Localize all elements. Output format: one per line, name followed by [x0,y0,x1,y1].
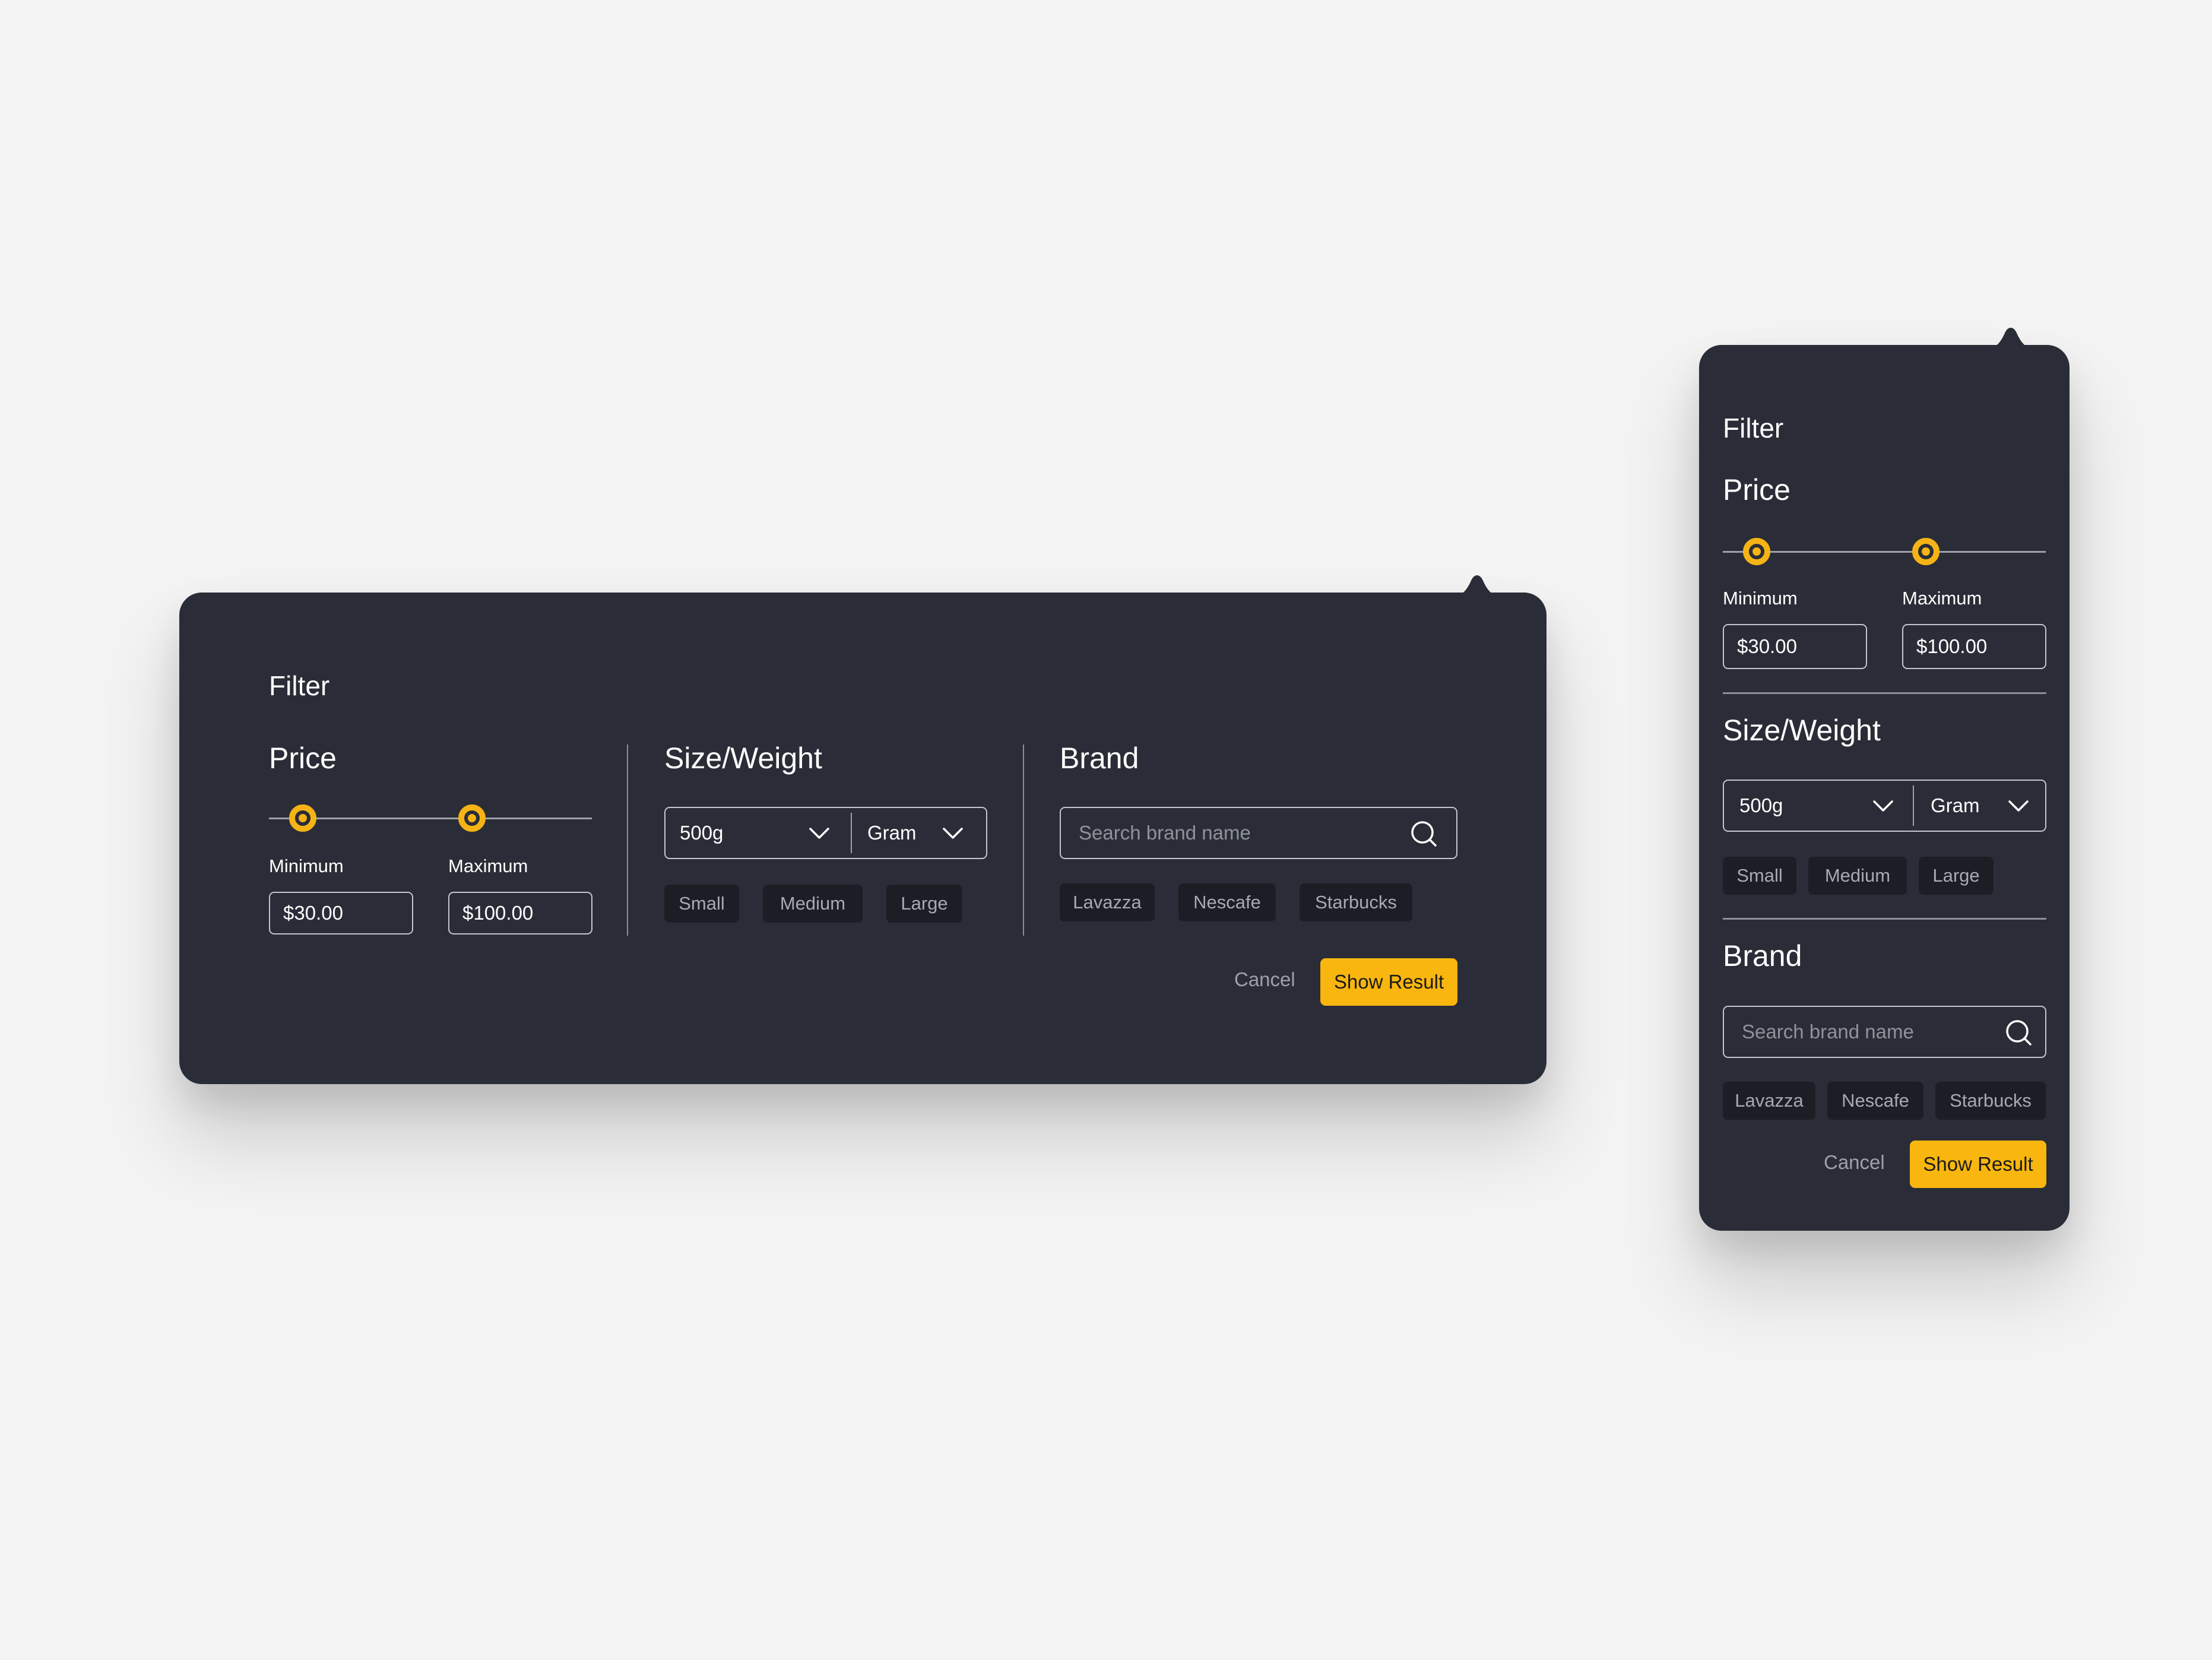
brand-chip-group: Lavazza Nescafe Starbucks [1060,883,1412,921]
brand-chip-starbucks[interactable]: Starbucks [1935,1082,2046,1120]
section-divider [1723,692,2046,694]
size-weight-select: 500g Gram [1723,780,2046,832]
minimum-price-input[interactable]: $30.00 [1723,624,1867,669]
size-chip-small[interactable]: Small [1723,857,1796,895]
brand-chip-nescafe[interactable]: Nescafe [1827,1082,1923,1120]
column-divider [627,745,628,936]
unit-dropdown[interactable]: Gram [852,808,986,858]
maximum-price-input[interactable]: $100.00 [448,892,592,934]
brand-chip-starbucks[interactable]: Starbucks [1300,883,1412,921]
price-heading: Price [1723,473,1790,506]
chevron-down-icon [943,828,963,839]
brand-search-placeholder: Search brand name [1079,822,1251,844]
brand-search-input[interactable]: Search brand name [1723,1006,2046,1058]
search-icon[interactable] [1410,820,1437,847]
show-result-button[interactable]: Show Result [1910,1141,2046,1188]
popover-pointer [1441,575,1513,598]
size-chip-medium[interactable]: Medium [1808,857,1907,895]
brand-chip-lavazza[interactable]: Lavazza [1723,1082,1815,1120]
unit-dropdown[interactable]: Gram [1914,781,2045,831]
minimum-label: Minimum [1723,588,1798,609]
section-divider [1723,918,2046,920]
cancel-button[interactable]: Cancel [1824,1151,1885,1174]
brand-heading: Brand [1723,939,1802,972]
filter-title: Filter [1723,413,1784,443]
maximum-label: Maximum [1902,588,1982,609]
column-divider [1023,745,1024,936]
brand-search-placeholder: Search brand name [1742,1021,1914,1043]
price-heading: Price [269,742,337,775]
slider-track [1723,551,2046,553]
search-icon[interactable] [2005,1019,2032,1046]
minimum-price-input[interactable]: $30.00 [269,892,413,934]
brand-chip-nescafe[interactable]: Nescafe [1178,883,1276,921]
brand-heading: Brand [1060,742,1139,775]
weight-value: 500g [680,822,724,844]
size-chip-large[interactable]: Large [886,885,962,923]
size-chip-group: Small Medium Large [664,885,962,923]
cancel-button[interactable]: Cancel [1234,968,1295,991]
filter-title: Filter [269,670,330,701]
minimum-label: Minimum [269,856,344,876]
weight-value: 500g [1739,794,1783,816]
size-chip-small[interactable]: Small [664,885,739,923]
size-chip-large[interactable]: Large [1919,857,1994,895]
chevron-down-icon [809,828,829,839]
filter-panel-narrow: Filter Price Minimum Maximum $30.00 $100… [1699,328,2070,1231]
show-result-button[interactable]: Show Result [1320,958,1457,1006]
maximum-label: Maximum [448,856,528,876]
weight-dropdown[interactable]: 500g [1724,781,1913,831]
popover-pointer [1975,328,2046,351]
size-weight-heading: Size/Weight [664,742,822,775]
weight-dropdown[interactable]: 500g [665,808,851,858]
unit-value: Gram [1931,794,1980,816]
slider-min-handle[interactable] [1743,538,1770,565]
price-range-slider[interactable] [269,800,592,836]
slider-track [269,818,592,819]
size-weight-select: 500g Gram [664,807,987,859]
brand-chip-group: Lavazza Nescafe Starbucks [1723,1082,2046,1120]
slider-max-handle[interactable] [1912,538,1940,565]
size-chip-medium[interactable]: Medium [763,885,863,923]
unit-value: Gram [867,822,917,844]
filter-panel-wide: Filter Price Minimum Maximum $30.00 $100… [179,575,1547,1084]
chevron-down-icon [1873,800,1893,812]
size-weight-heading: Size/Weight [1723,714,1881,747]
size-chip-group: Small Medium Large [1723,857,1994,895]
maximum-price-input[interactable]: $100.00 [1902,624,2046,669]
chevron-down-icon [2008,800,2029,812]
price-range-slider[interactable] [1723,534,2046,569]
brand-search-input[interactable]: Search brand name [1060,807,1457,859]
slider-max-handle[interactable] [458,804,486,832]
brand-chip-lavazza[interactable]: Lavazza [1060,883,1155,921]
slider-min-handle[interactable] [289,804,316,832]
